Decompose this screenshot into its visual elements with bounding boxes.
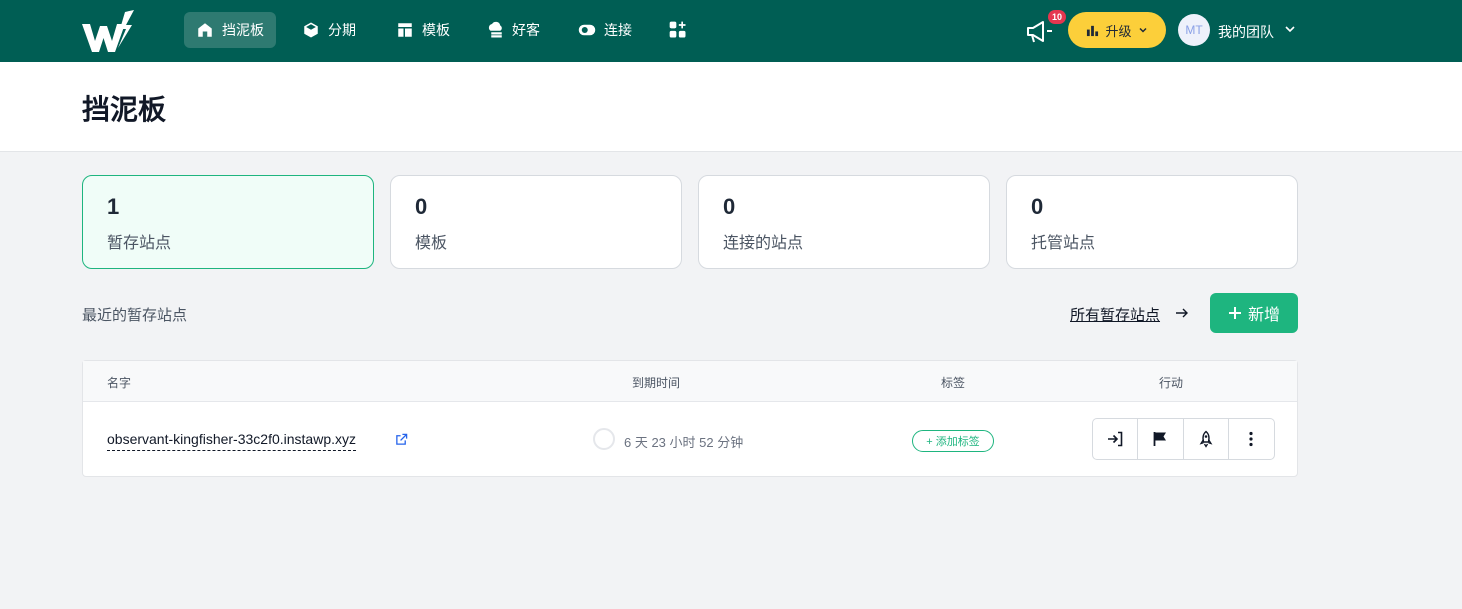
nav-dashboard[interactable]: 挡泥板	[184, 12, 276, 48]
nav-label: 连接	[604, 22, 632, 38]
login-button[interactable]	[1093, 419, 1139, 459]
expiry-timer-icon	[593, 428, 615, 450]
stat-count: 0	[415, 194, 428, 219]
column-header-expiry: 到期时间	[632, 376, 681, 390]
nav-hosting[interactable]: 好客	[474, 12, 552, 48]
site-name-link[interactable]: observant-kingfisher-33c2f0.instawp.xyz	[107, 431, 357, 451]
cube-icon	[304, 22, 318, 38]
deploy-button[interactable]	[1184, 419, 1229, 459]
expiry-time: 6 天 23 小时 52 分钟	[624, 435, 744, 450]
stat-count: 0	[1031, 194, 1044, 219]
column-header-actions: 行动	[1159, 376, 1184, 390]
template-icon	[398, 23, 412, 37]
stat-card-staging-sites[interactable]: 1 暂存站点	[82, 175, 374, 269]
stat-card-hosted-sites[interactable]: 0 托管站点	[1006, 175, 1298, 269]
instawp-logo-icon[interactable]	[80, 8, 138, 54]
chevron-down-icon	[1138, 27, 1147, 33]
page-header: 挡泥板	[0, 62, 1462, 152]
nav-apps-button[interactable]	[656, 12, 700, 48]
arrow-right-icon[interactable]	[1175, 306, 1189, 320]
all-staging-sites-link[interactable]: 所有暂存站点	[1070, 304, 1160, 325]
stat-label: 托管站点	[1031, 235, 1096, 252]
more-vertical-icon	[1249, 431, 1253, 447]
nav-connect[interactable]: 连接	[566, 12, 644, 48]
plus-icon	[1228, 307, 1241, 319]
upgrade-button[interactable]: 升级	[1068, 12, 1166, 48]
stat-card-connected-sites[interactable]: 0 连接的站点	[698, 175, 990, 269]
team-selector[interactable]: 我的团队	[1218, 22, 1274, 42]
page-title: 挡泥板	[82, 94, 167, 125]
flag-button[interactable]	[1138, 419, 1184, 459]
stat-count: 1	[107, 194, 120, 219]
flag-icon	[1153, 432, 1167, 446]
login-icon	[1108, 431, 1123, 447]
nav-staging[interactable]: 分期	[290, 12, 368, 48]
connect-toggle-icon	[578, 24, 596, 36]
stat-label: 模板	[415, 235, 448, 252]
cloud-server-icon	[488, 21, 502, 38]
nav-templates[interactable]: 模板	[384, 12, 462, 48]
nav-label: 分期	[328, 22, 356, 38]
stat-label: 暂存站点	[107, 235, 172, 252]
recent-sites-heading: 最近的暂存站点	[82, 307, 188, 324]
table-header: 名字 到期时间 标签 行动	[83, 361, 1297, 402]
apps-plus-icon	[669, 21, 686, 38]
notification-badge: 10	[1048, 10, 1066, 24]
upgrade-label: 升级	[1105, 23, 1132, 39]
home-icon	[198, 23, 212, 37]
avatar[interactable]: MT	[1178, 14, 1210, 46]
nav-label: 好客	[512, 22, 540, 38]
external-link-icon[interactable]	[395, 433, 408, 446]
nav-label: 模板	[422, 22, 450, 38]
nav-label: 挡泥板	[222, 22, 264, 38]
row-actions	[1092, 418, 1275, 460]
rocket-icon	[1199, 430, 1213, 448]
stat-label: 连接的站点	[723, 235, 804, 252]
chevron-down-icon[interactable]	[1283, 22, 1297, 36]
column-header-name: 名字	[107, 376, 132, 390]
stat-count: 0	[723, 194, 736, 219]
staging-sites-table: 名字 到期时间 标签 行动 observant-kingfisher-33c2f…	[82, 360, 1298, 477]
more-options-button[interactable]	[1229, 419, 1274, 459]
add-tag-button[interactable]: + 添加标签	[912, 430, 994, 452]
add-new-label: 新增	[1247, 307, 1280, 324]
column-header-tags: 标签	[941, 376, 966, 390]
stat-card-templates[interactable]: 0 模板	[390, 175, 682, 269]
bar-chart-icon	[1087, 25, 1099, 36]
add-new-button[interactable]: 新增	[1210, 293, 1298, 333]
top-navbar: 挡泥板 分期 模板 好客 连接 10 升级 MT 我的团队	[0, 0, 1462, 62]
